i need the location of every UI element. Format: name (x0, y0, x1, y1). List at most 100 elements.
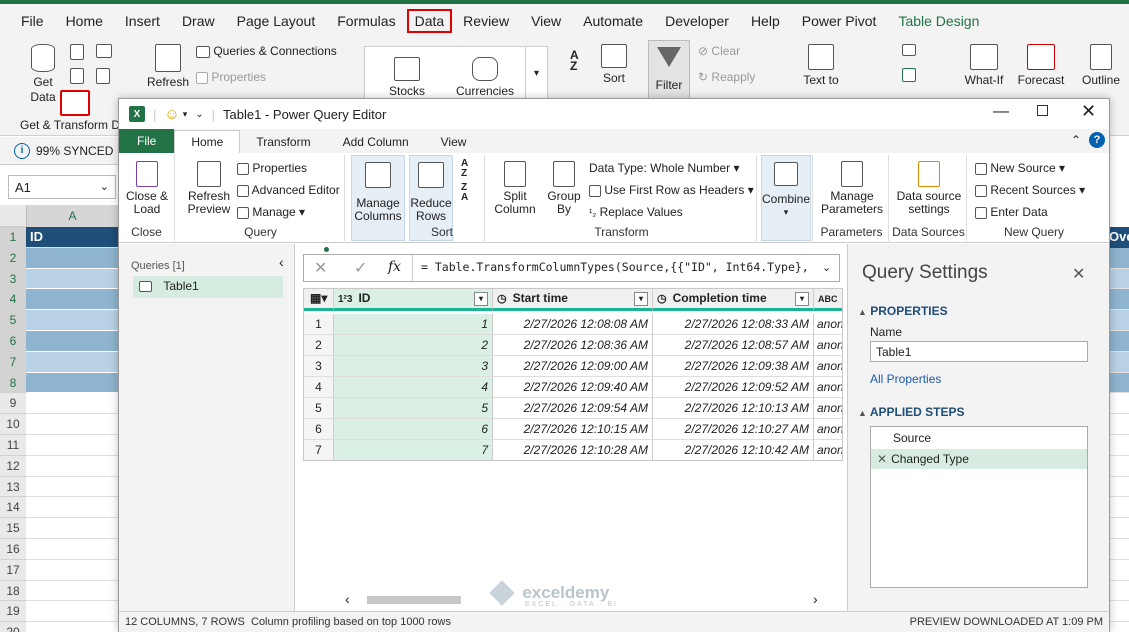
tab-page-layout[interactable]: Page Layout (226, 13, 327, 29)
row-header[interactable]: 9 (0, 393, 26, 415)
minimize-button[interactable]: — (993, 103, 1009, 121)
queries-connections-button[interactable]: Queries & Connections (196, 44, 337, 58)
cell-e[interactable]: anon (814, 377, 842, 398)
sheet-cell[interactable] (1109, 310, 1129, 331)
formula-input[interactable]: = Table.TransformColumnTypes(Source,{{"I… (412, 255, 816, 281)
cell-completion-time[interactable]: 2/27/2026 12:10:27 AM (653, 419, 814, 440)
advanced-editor-button[interactable]: Advanced Editor (237, 183, 340, 197)
row-number[interactable]: 6 (304, 419, 334, 440)
sheet-cell[interactable] (1109, 456, 1129, 477)
cell-completion-time[interactable]: 2/27/2026 12:08:57 AM (653, 335, 814, 356)
column-header-e[interactable]: ABCE (814, 289, 842, 311)
sheet-cell[interactable] (1109, 331, 1129, 352)
cell-start-time[interactable]: 2/27/2026 12:09:40 AM (493, 377, 653, 398)
tab-developer[interactable]: Developer (654, 13, 740, 29)
row-header[interactable]: 2 (0, 247, 26, 269)
manage-parameters-button[interactable]: Manage Parameters (817, 161, 887, 216)
column-header-completion-time[interactable]: ◷ Completion time ▾ (653, 289, 814, 311)
collapse-queries-icon[interactable]: ‹ (279, 254, 284, 270)
sheet-cell[interactable] (1109, 435, 1129, 456)
query-item-table1[interactable]: Table1 (133, 276, 283, 298)
customize-toolbar-icon[interactable]: ⌄ (195, 109, 203, 120)
column-header-start-time[interactable]: ◷ Start time ▾ (493, 289, 653, 311)
group-by-button[interactable]: Group By (543, 161, 585, 216)
sheet-cell[interactable] (26, 497, 118, 519)
sheet-cell[interactable] (26, 310, 118, 331)
data-source-settings-button[interactable]: Data source settings (893, 161, 965, 216)
use-first-row-headers-button[interactable]: Use First Row as Headers ▾ (589, 183, 754, 197)
tab-draw[interactable]: Draw (171, 13, 226, 29)
cell-e[interactable]: anon (814, 335, 842, 356)
filter-dropdown-icon[interactable]: ▾ (795, 292, 809, 306)
replace-values-button[interactable]: ¹₂ Replace Values (589, 205, 683, 219)
delete-step-icon[interactable]: ✕ (877, 452, 887, 466)
tab-power-pivot[interactable]: Power Pivot (791, 13, 888, 29)
expand-formula-icon[interactable]: ⌄ (822, 261, 831, 274)
whole-number-type-icon[interactable]: 1²3 (338, 294, 352, 305)
row-header[interactable]: 13 (0, 476, 26, 498)
row-header[interactable]: 17 (0, 559, 26, 581)
cell-id[interactable]: 6 (334, 419, 493, 440)
sheet-cell[interactable] (1109, 477, 1129, 498)
cell-id[interactable]: 7 (334, 440, 493, 460)
row-header[interactable]: 10 (0, 414, 26, 435)
column-header-id[interactable]: 1²3 ID ▾ (334, 289, 493, 311)
sheet-cell[interactable] (1109, 560, 1129, 581)
sheet-cell[interactable] (26, 477, 118, 498)
filter-button[interactable]: Filter (648, 40, 690, 100)
tab-view[interactable]: View (520, 13, 572, 29)
cell-e[interactable]: anon (814, 356, 842, 377)
row-header[interactable]: 5 (0, 310, 26, 331)
confirm-formula-icon[interactable]: ✓ (354, 258, 367, 278)
row-number[interactable]: 2 (304, 335, 334, 356)
sheet-cell[interactable] (1109, 601, 1129, 623)
scroll-right-icon[interactable]: › (813, 591, 818, 607)
tab-home[interactable]: Home (55, 13, 114, 29)
pq-tab-view[interactable]: View (425, 131, 483, 153)
sort-button[interactable]: Sort (598, 44, 630, 85)
datetime-type-icon[interactable]: ◷ (497, 293, 507, 305)
sort-ascending-icon[interactable]: AZ (461, 159, 468, 179)
cell-start-time[interactable]: 2/27/2026 12:09:54 AM (493, 398, 653, 419)
sheet-cell[interactable] (26, 331, 118, 352)
sheet-cell[interactable] (26, 581, 118, 602)
row-header[interactable]: 8 (0, 372, 26, 394)
sheet-cell[interactable] (1109, 289, 1129, 311)
close-button[interactable]: ✕ (1081, 101, 1096, 122)
row-header[interactable]: 11 (0, 435, 26, 456)
pq-tab-add-column[interactable]: Add Column (327, 131, 425, 153)
row-header[interactable]: 7 (0, 351, 26, 373)
cell-completion-time[interactable]: 2/27/2026 12:08:33 AM (653, 314, 814, 335)
sheet-cell[interactable] (1109, 581, 1129, 602)
data-type-dropdown[interactable]: Data Type: Whole Number ▾ (589, 161, 740, 175)
filter-dropdown-icon[interactable]: ▾ (634, 292, 648, 306)
row-number[interactable]: 3 (304, 356, 334, 377)
sheet-cell[interactable] (26, 560, 118, 581)
name-box[interactable]: A1 ⌄ (8, 175, 116, 199)
pq-tab-home[interactable]: Home (174, 130, 241, 153)
pq-tab-transform[interactable]: Transform (240, 131, 326, 153)
properties-section-header[interactable]: ▲ PROPERTIES (858, 304, 948, 318)
web-icon[interactable] (70, 68, 84, 84)
cell-start-time[interactable]: 2/27/2026 12:09:00 AM (493, 356, 653, 377)
row-header[interactable]: 16 (0, 539, 26, 560)
manage-columns-button[interactable]: Manage Columns (351, 155, 405, 241)
what-if-analysis-button[interactable]: What-If (962, 44, 1006, 87)
forecast-sheet-button[interactable]: Forecast (1016, 44, 1066, 87)
sheet-cell[interactable] (26, 539, 118, 560)
sheet-cell[interactable] (26, 289, 118, 311)
cell-e[interactable]: anon (814, 440, 842, 460)
sheet-cell[interactable] (26, 268, 118, 290)
row-header[interactable]: 4 (0, 289, 26, 311)
row-number[interactable]: 1 (304, 314, 334, 335)
gallery-expand-button[interactable]: ▾ (525, 47, 547, 101)
row-header[interactable]: 6 (0, 331, 26, 352)
row-number[interactable]: 4 (304, 377, 334, 398)
fx-icon[interactable]: fx (388, 259, 401, 275)
row-header[interactable]: 3 (0, 268, 26, 290)
refresh-preview-button[interactable]: Refresh Preview (181, 161, 237, 216)
cell-start-time[interactable]: 2/27/2026 12:08:36 AM (493, 335, 653, 356)
sheet-cell[interactable] (1109, 247, 1129, 269)
sheet-cell[interactable] (1109, 622, 1129, 632)
cancel-formula-icon[interactable]: ✕ (314, 258, 327, 278)
